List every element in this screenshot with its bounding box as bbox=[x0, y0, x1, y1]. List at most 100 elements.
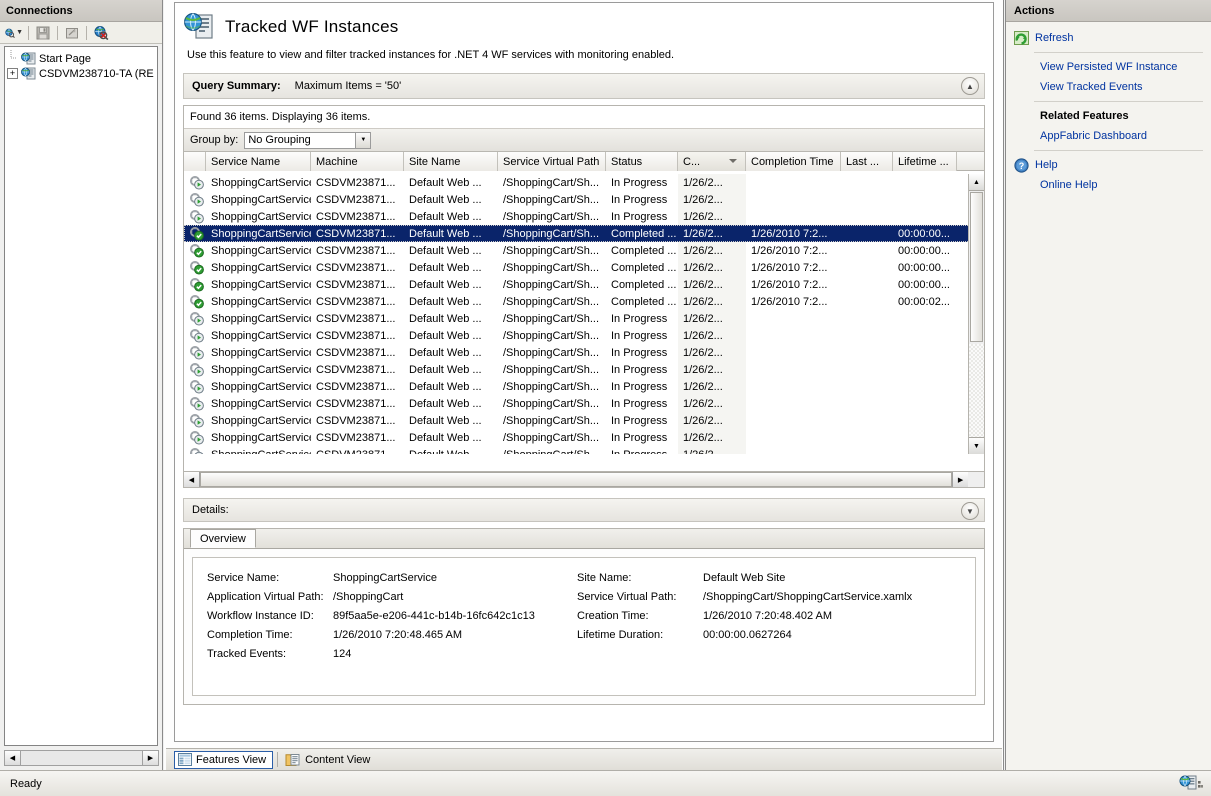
grid-header-row[interactable]: Service NameMachineSite NameService Virt… bbox=[184, 152, 984, 171]
chevron-down-icon[interactable]: ▼ bbox=[961, 502, 979, 520]
table-row[interactable]: ShoppingCartServiceCSDVM23871...Default … bbox=[184, 174, 984, 191]
table-cell-c: 1/26/2... bbox=[678, 361, 746, 378]
vertical-scroll-track[interactable] bbox=[969, 344, 984, 437]
table-cell-virtual-path: /ShoppingCart/Sh... bbox=[498, 344, 606, 361]
table-cell-completion-time bbox=[746, 429, 841, 446]
table-row[interactable]: ShoppingCartServiceCSDVM23871...Default … bbox=[184, 429, 984, 446]
grid-column-header[interactable]: Machine bbox=[311, 152, 404, 171]
chevron-down-icon[interactable]: ▼ bbox=[355, 133, 370, 148]
table-row[interactable]: ShoppingCartServiceCSDVM23871...Default … bbox=[184, 344, 984, 361]
connect-dropdown-caret[interactable]: ▼ bbox=[16, 29, 23, 36]
details-bar[interactable]: Details: ▼ bbox=[183, 498, 985, 522]
tab-overview[interactable]: Overview bbox=[190, 529, 256, 548]
tab-overview-label: Overview bbox=[200, 533, 246, 545]
details-tabstrip[interactable]: Overview bbox=[184, 529, 984, 549]
table-cell-service-name: ShoppingCartService bbox=[206, 327, 311, 344]
scroll-right-arrow-icon[interactable]: ▶ bbox=[142, 751, 158, 765]
action-item-view-tracked-events[interactable]: View Tracked Events bbox=[1006, 77, 1211, 97]
table-cell-machine: CSDVM23871... bbox=[311, 174, 404, 191]
table-cell-status: In Progress bbox=[606, 174, 678, 191]
table-cell-lifetime bbox=[893, 446, 957, 454]
scroll-down-arrow-icon[interactable]: ▼ bbox=[969, 437, 984, 454]
table-row[interactable]: ShoppingCartServiceCSDVM23871...Default … bbox=[184, 412, 984, 429]
table-cell-virtual-path: /ShoppingCart/Sh... bbox=[498, 174, 606, 191]
in-progress-icon bbox=[184, 446, 206, 454]
scroll-right-arrow-icon[interactable]: ▶ bbox=[952, 472, 968, 487]
tree-expander-icon[interactable]: + bbox=[7, 68, 18, 79]
connections-horizontal-scrollbar[interactable]: ◀ ▶ bbox=[4, 750, 159, 766]
table-cell-last bbox=[841, 395, 893, 412]
detail-field: Completion Time:1/26/2010 7:20:48.465 AM bbox=[207, 625, 577, 644]
table-row[interactable]: ShoppingCartServiceCSDVM23871...Default … bbox=[184, 225, 984, 242]
grid-vertical-scrollbar[interactable]: ▲ ▼ bbox=[968, 174, 984, 454]
disconnect-icon[interactable] bbox=[91, 24, 111, 42]
grid-column-header[interactable]: Service Name bbox=[206, 152, 311, 171]
table-row[interactable]: ShoppingCartServiceCSDVM23871...Default … bbox=[184, 259, 984, 276]
tree-item-server[interactable]: + CSDVM238710-TA (RE bbox=[5, 66, 157, 81]
table-row[interactable]: ShoppingCartServiceCSDVM23871...Default … bbox=[184, 310, 984, 327]
group-by-select[interactable]: No Grouping ▼ bbox=[244, 132, 371, 149]
in-progress-icon bbox=[184, 174, 206, 191]
table-cell-last bbox=[841, 276, 893, 293]
table-row[interactable]: ShoppingCartServiceCSDVM23871...Default … bbox=[184, 242, 984, 259]
help-icon: ? bbox=[1014, 158, 1029, 173]
table-cell-completion-time bbox=[746, 412, 841, 429]
grid-column-header[interactable]: Completion Time bbox=[746, 152, 841, 171]
action-item-appfabric-dashboard[interactable]: AppFabric Dashboard bbox=[1006, 126, 1211, 146]
tree-indent bbox=[7, 50, 21, 68]
query-summary-bar[interactable]: Query Summary: Maximum Items = '50' ▲ bbox=[183, 73, 985, 99]
table-cell-last bbox=[841, 412, 893, 429]
scroll-left-arrow-icon[interactable]: ◀ bbox=[184, 472, 200, 487]
action-item-view-persisted-wf-instance[interactable]: View Persisted WF Instance bbox=[1006, 57, 1211, 77]
table-cell-c: 1/26/2... bbox=[678, 327, 746, 344]
connect-icon[interactable]: ▼ bbox=[4, 24, 24, 42]
action-item-refresh[interactable]: Refresh bbox=[1006, 28, 1211, 48]
table-row[interactable]: ShoppingCartServiceCSDVM23871...Default … bbox=[184, 395, 984, 412]
table-cell-last bbox=[841, 225, 893, 242]
table-cell-last bbox=[841, 378, 893, 395]
scroll-track[interactable] bbox=[21, 751, 142, 765]
export-connection-icon[interactable] bbox=[62, 24, 82, 42]
table-cell-machine: CSDVM23871... bbox=[311, 191, 404, 208]
tab-features-view[interactable]: Features View bbox=[174, 751, 273, 769]
table-row[interactable]: ShoppingCartServiceCSDVM23871...Default … bbox=[184, 361, 984, 378]
table-cell-status: In Progress bbox=[606, 395, 678, 412]
tab-content-view[interactable]: Content View bbox=[282, 751, 376, 769]
vertical-scroll-thumb[interactable] bbox=[970, 192, 983, 342]
table-cell-machine: CSDVM23871... bbox=[311, 429, 404, 446]
table-cell-site-name: Default Web ... bbox=[404, 208, 498, 225]
in-progress-icon bbox=[184, 361, 206, 378]
grid-column-header[interactable]: Service Virtual Path bbox=[498, 152, 606, 171]
table-row[interactable]: ShoppingCartServiceCSDVM23871...Default … bbox=[184, 293, 984, 310]
table-cell-c: 1/26/2... bbox=[678, 378, 746, 395]
view-tabs[interactable]: Features View Content View bbox=[166, 748, 1002, 770]
grid-column-header[interactable]: C... bbox=[678, 152, 746, 171]
table-row[interactable]: ShoppingCartServiceCSDVM23871...Default … bbox=[184, 208, 984, 225]
scroll-up-arrow-icon[interactable]: ▲ bbox=[969, 174, 984, 191]
scroll-left-arrow-icon[interactable]: ◀ bbox=[5, 751, 21, 765]
table-row[interactable]: ShoppingCartServiceCSDVM23871...Default … bbox=[184, 276, 984, 293]
grid-column-header[interactable]: Site Name bbox=[404, 152, 498, 171]
tree-item-start-page[interactable]: Start Page bbox=[5, 51, 157, 66]
save-connection-icon[interactable] bbox=[33, 24, 53, 42]
grid-column-header[interactable]: Last ... bbox=[841, 152, 893, 171]
horizontal-scroll-thumb[interactable] bbox=[200, 472, 952, 487]
grid-horizontal-scrollbar[interactable]: ◀ ▶ bbox=[184, 471, 984, 487]
table-row[interactable]: ShoppingCartServiceCSDVM23871...Default … bbox=[184, 446, 984, 454]
grid-column-header[interactable]: Status bbox=[606, 152, 678, 171]
table-cell-c: 1/26/2... bbox=[678, 276, 746, 293]
table-row[interactable]: ShoppingCartServiceCSDVM23871...Default … bbox=[184, 378, 984, 395]
connections-tree[interactable]: Start Page + CSDVM2 bbox=[4, 46, 158, 746]
chevron-up-icon[interactable]: ▲ bbox=[961, 77, 979, 95]
page-title: Tracked WF Instances bbox=[225, 17, 398, 37]
table-row[interactable]: ShoppingCartServiceCSDVM23871...Default … bbox=[184, 327, 984, 344]
table-row[interactable]: ShoppingCartServiceCSDVM23871...Default … bbox=[184, 191, 984, 208]
grid-column-header[interactable]: Lifetime ... bbox=[893, 152, 957, 171]
table-cell-service-name: ShoppingCartService bbox=[206, 361, 311, 378]
grid-rows-container[interactable]: ShoppingCartServiceCSDVM23871...Default … bbox=[184, 174, 984, 454]
action-item-help[interactable]: ?Help bbox=[1006, 155, 1211, 175]
grid-column-header[interactable] bbox=[184, 152, 206, 171]
table-cell-status: Completed ... bbox=[606, 293, 678, 310]
svg-text:?: ? bbox=[1019, 161, 1025, 171]
action-item-online-help[interactable]: Online Help bbox=[1006, 175, 1211, 195]
